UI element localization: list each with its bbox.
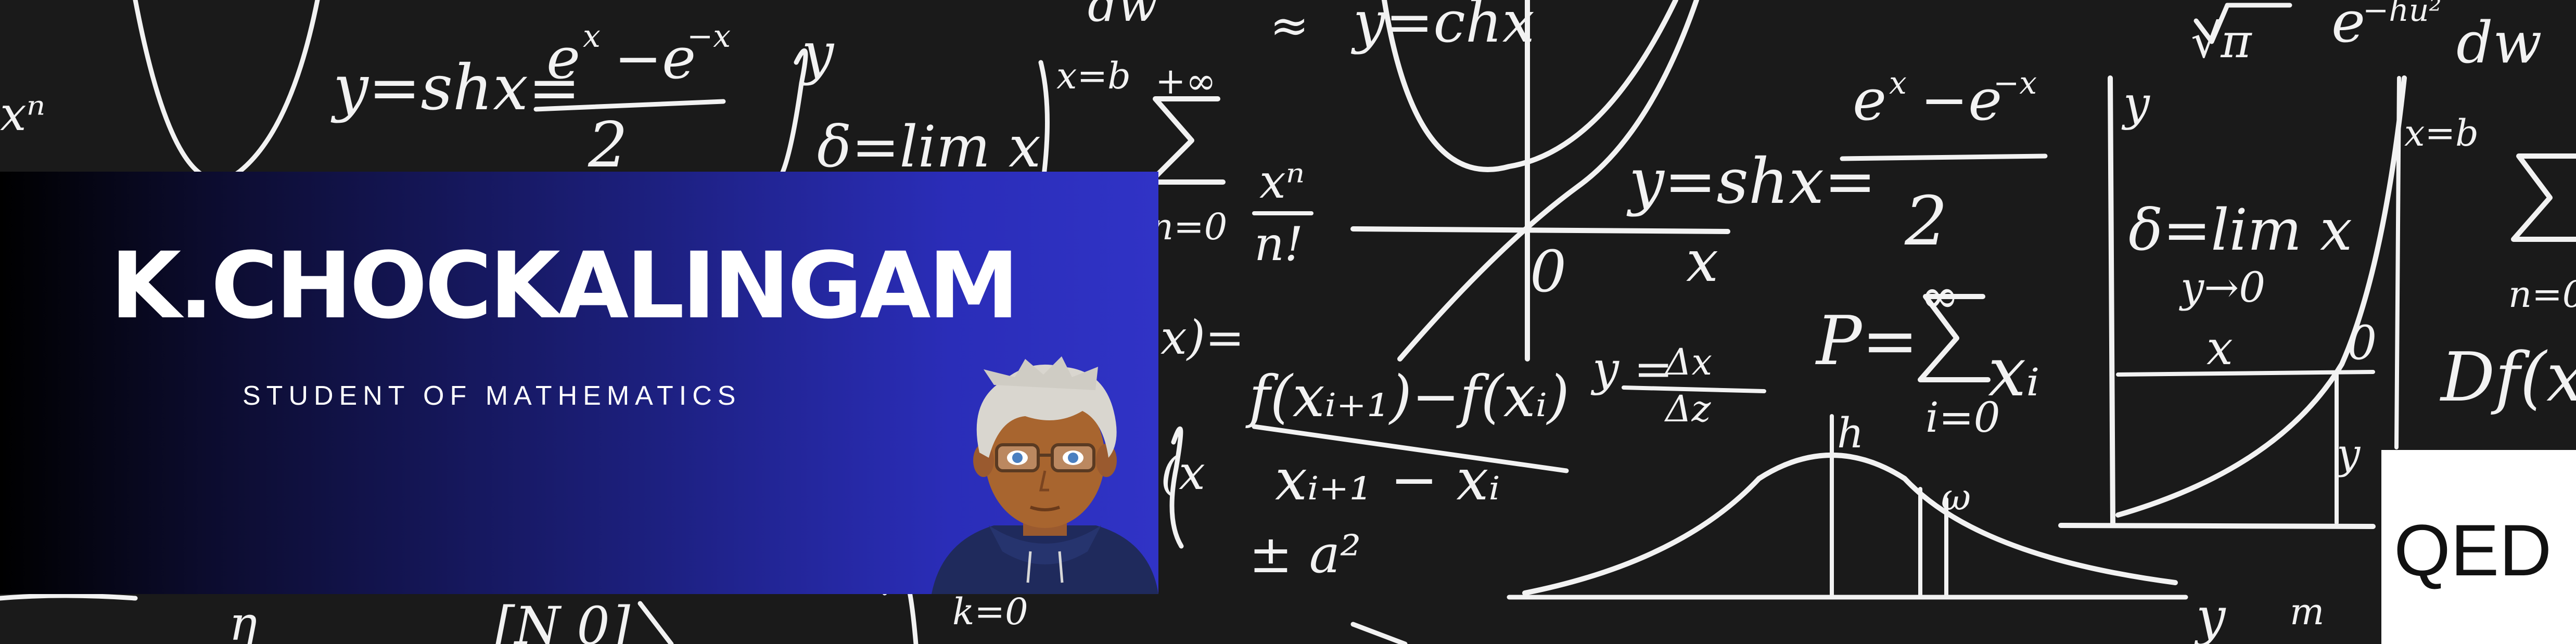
chalk-stroke [637, 601, 674, 644]
formula-text: y=shx= [330, 52, 580, 124]
axis-line [1350, 226, 1730, 234]
formula-text: ω [1941, 476, 1971, 519]
axis-line [2108, 75, 2115, 528]
formula-text: (x [1161, 446, 1205, 500]
formula-text: Df(x)= [2440, 338, 2576, 417]
profile-name: K.CHOCKALINGAM [110, 233, 1019, 339]
formula-text: y = [1590, 342, 1673, 396]
formula-text: xⁿ [1259, 154, 1305, 209]
formula-text: −e [1920, 67, 2002, 133]
formula-text: n=0 [2508, 273, 2576, 316]
chalk-stroke [1350, 622, 1408, 644]
formula-text: η [229, 597, 257, 644]
formula-text: ≈ [1270, 0, 1309, 53]
formula-text: x=b [2404, 112, 2479, 154]
formula-text: x=b [1056, 55, 1131, 97]
formula-text: m [2290, 590, 2324, 633]
formula-text: xᵢ [1988, 332, 2039, 411]
formula-text: xⁿ [0, 87, 45, 141]
formula-text: −x [687, 18, 731, 55]
formula-text: e [2331, 0, 2365, 55]
formula-text: x [583, 18, 601, 55]
formula-text: y [2194, 586, 2226, 644]
formula-text: ∞ [1920, 269, 1959, 324]
formula-text: 2 [588, 109, 628, 182]
formula-text: +∞ [1155, 60, 1216, 102]
formula-text: e [1853, 67, 1886, 133]
formula-text: Δx [1664, 341, 1712, 383]
sigma-sign [1147, 96, 1226, 185]
avatar [932, 356, 1158, 594]
parabola-curve [133, 0, 320, 183]
formula-text: y=shx= [1626, 146, 1876, 218]
formula-text: dw [1088, 0, 1158, 32]
formula-text: h [1837, 409, 1864, 457]
formula-text: −x [1993, 65, 2037, 101]
formula-text: y→0 [2179, 263, 2265, 312]
formula-text: Δz [1664, 388, 1712, 430]
axis-line [2394, 76, 2401, 449]
formula-text: P= [1815, 301, 1918, 380]
formula-text: δ=lim x [817, 113, 1041, 180]
formula-text: y [2121, 76, 2150, 131]
formula-text: √π [2191, 14, 2252, 69]
formula-text: 0 [1530, 238, 1566, 305]
formula-text: ± a² [1249, 524, 1361, 585]
formula-text: −hu² [2363, 0, 2442, 29]
formula-text: x [2207, 321, 2233, 376]
formula-text: dw [2456, 9, 2542, 76]
axis-line [2058, 523, 2376, 529]
formula-text: 2 [1904, 182, 1948, 261]
qed-label: QED [2394, 509, 2552, 591]
formula-text: x [1889, 65, 1907, 101]
formula-text: 0 [2347, 316, 2377, 370]
formula-text: x [1686, 228, 1718, 294]
formula-text: e [546, 25, 580, 92]
formula-text: n! [1254, 217, 1303, 272]
avatar-eye [1012, 453, 1023, 463]
banner: y=shx= e x −e −x 2 y δ=lim x x=b +∞ n=0 … [0, 0, 2576, 644]
formula-text: k=0 [952, 590, 1028, 633]
formula-text: y [2335, 430, 2361, 478]
chalk-stroke [0, 593, 138, 601]
formula-text: n=0 [1150, 205, 1227, 248]
formula-text: f(xᵢ₊₁)−f(xᵢ) [1245, 363, 1570, 430]
formula-text: x)= [1161, 311, 1244, 365]
sigma-sign [2511, 153, 2576, 242]
formula-text: δ=lim x [2128, 197, 2352, 263]
formula-text: xᵢ₊₁ − xᵢ [1275, 446, 1500, 513]
formula-text: y [799, 20, 835, 86]
formula-text: −e [614, 25, 696, 92]
avatar-eye [1068, 453, 1078, 463]
formula-text: y=chx [1350, 0, 1535, 55]
profile-subtitle: STUDENT OF MATHEMATICS [243, 381, 742, 411]
formula-text: [N 0] [494, 596, 631, 644]
